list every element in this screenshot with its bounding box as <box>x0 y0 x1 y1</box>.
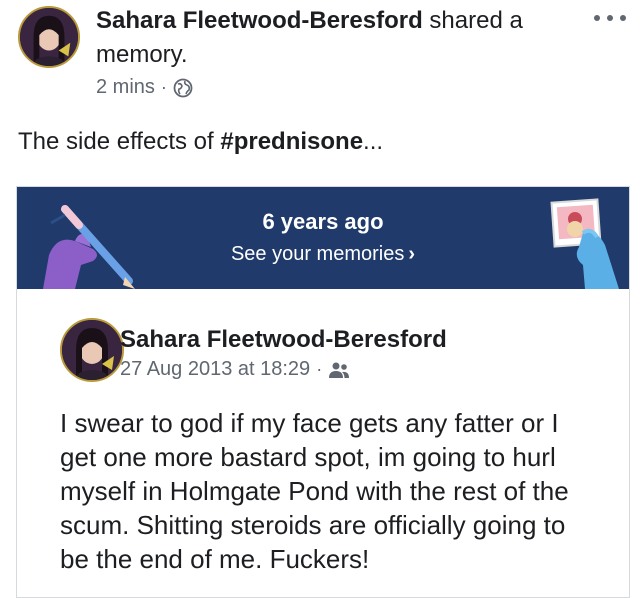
memory-banner[interactable]: 6 years ago See your memories › <box>17 187 629 289</box>
meta-separator: · <box>160 77 167 97</box>
post-caption: The side effects of #prednisone... <box>18 128 383 156</box>
photo-hand-illustration-icon <box>550 198 619 289</box>
see-memories-label: See your memories <box>230 243 405 265</box>
profile-photo-icon <box>20 8 78 66</box>
post-timestamp[interactable]: 2 mins <box>96 76 155 99</box>
globe-icon[interactable] <box>173 78 193 98</box>
meta-separator: · <box>316 359 323 379</box>
original-post-meta: 27 Aug 2013 at 18:29 · <box>120 358 350 381</box>
hashtag-link[interactable]: #prednisone <box>220 128 363 155</box>
post-header-text: Sahara Fleetwood-Beresford shared a memo… <box>96 4 576 72</box>
original-post-body: I swear to god if my face gets any fatte… <box>60 408 569 574</box>
caption-text: The side effects of <box>18 128 221 155</box>
profile-photo-icon <box>62 320 122 380</box>
post-author-name[interactable]: Sahara Fleetwood-Beresford <box>96 7 423 34</box>
chevron-right-icon: › <box>408 243 416 265</box>
post-meta: 2 mins · <box>96 76 193 99</box>
original-post-date[interactable]: 27 Aug 2013 at 18:29 <box>120 358 310 381</box>
caption-ellipsis: ... <box>363 128 384 155</box>
more-options-icon[interactable] <box>594 8 626 28</box>
post-header: Sahara Fleetwood-Beresford shared a memo… <box>0 0 640 110</box>
see-memories-link[interactable]: See your memories › <box>17 243 629 266</box>
memory-title: 6 years ago <box>262 209 384 234</box>
avatar[interactable] <box>18 6 80 68</box>
friends-icon[interactable] <box>328 361 350 379</box>
original-post-author[interactable]: Sahara Fleetwood-Beresford <box>120 326 447 354</box>
original-post-avatar[interactable] <box>60 318 124 382</box>
